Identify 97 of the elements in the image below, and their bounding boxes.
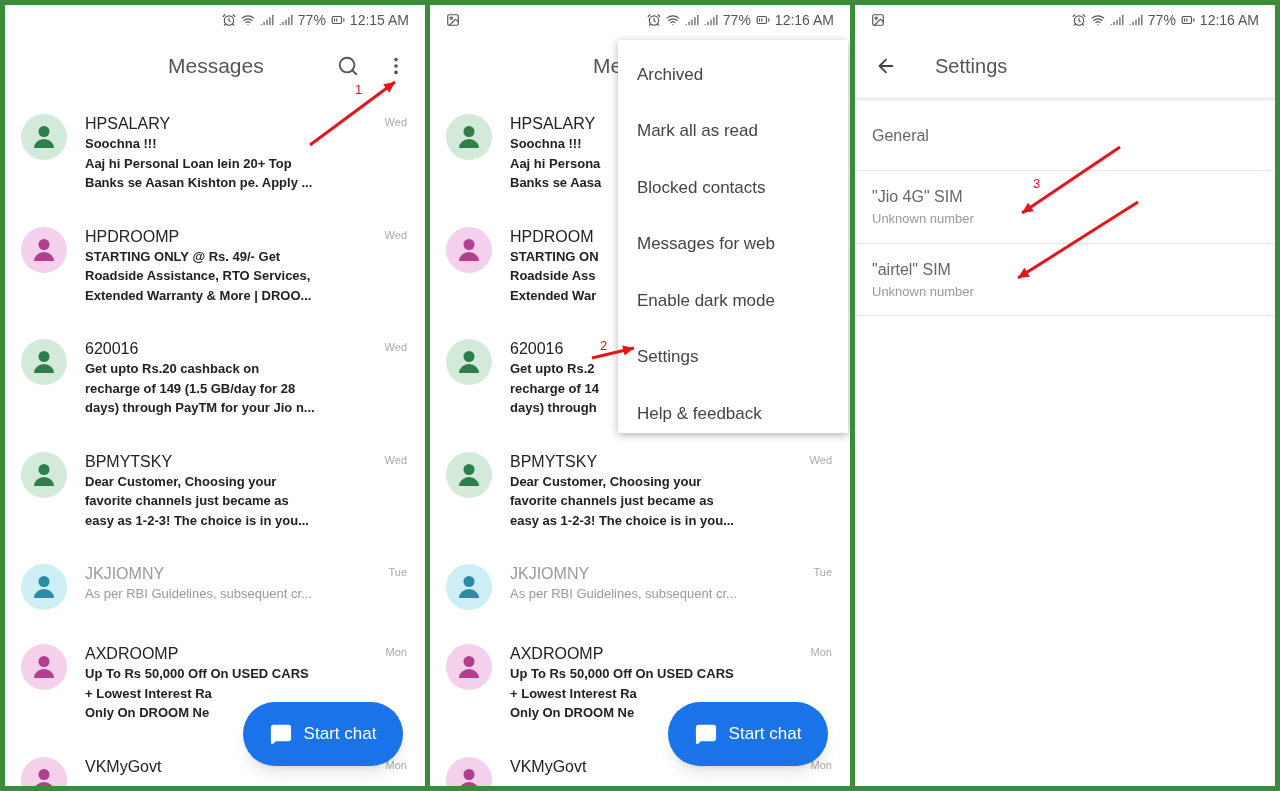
menu-item[interactable]: Blocked contacts xyxy=(618,159,848,216)
message-time: Wed xyxy=(809,452,832,468)
wifi-icon xyxy=(665,13,680,27)
message-time: Wed xyxy=(384,340,407,355)
message-preview: Up To Rs 50,000 Off On USED CARS xyxy=(510,665,734,683)
message-preview: days) through xyxy=(510,399,597,417)
message-time: Tue xyxy=(813,565,832,580)
sender-name: HPSALARY xyxy=(85,114,171,134)
screen-title: Messages xyxy=(168,53,264,80)
message-time: Wed xyxy=(384,452,407,468)
sender-name: JKJIOMNY xyxy=(85,564,165,584)
sender-name: AXDROOMP xyxy=(85,644,179,664)
menu-item[interactable]: Archived xyxy=(618,46,848,103)
message-preview: Only On DROOM Ne xyxy=(510,704,635,722)
preference-title: General xyxy=(872,125,930,146)
menu-item[interactable]: Messages for web xyxy=(618,215,848,272)
preference-subtitle: Unknown number xyxy=(872,210,975,228)
screen-title: Settings xyxy=(935,54,1008,79)
message-preview: Roadside Assistance, RTO Services, xyxy=(85,267,311,285)
battery-percent: 77% xyxy=(722,10,751,30)
signal-icon xyxy=(1128,13,1143,27)
menu-item[interactable]: Settings xyxy=(618,328,848,385)
message-preview: As per RBI Guidelines, subsequent cr... xyxy=(510,585,737,603)
message-preview: Dear Customer, Choosing your xyxy=(510,472,702,491)
battery-percent: 77% xyxy=(297,10,326,30)
sender-name: HPSALARY xyxy=(510,114,596,134)
sender-name: HPDROOM xyxy=(510,226,594,247)
message-time: Wed xyxy=(384,227,407,243)
message-preview: STARTING ON xyxy=(510,247,599,266)
status-time: 12:15 AM xyxy=(349,10,409,30)
message-preview: Soochna !!! xyxy=(510,135,582,153)
message-preview: Up To Rs 50,000 Off On USED CARS xyxy=(85,665,309,683)
signal-icon xyxy=(259,13,274,27)
signal-icon xyxy=(684,13,699,27)
chat-icon xyxy=(269,723,292,745)
message-preview: Get upto Rs.2 xyxy=(510,360,595,378)
alarm-icon xyxy=(221,13,236,27)
wifi-icon xyxy=(1090,13,1105,27)
preference-subtitle: Unknown number xyxy=(872,282,975,301)
message-preview: Dear Customer, Choosing your xyxy=(85,472,277,491)
sender-name: AXDROOMP xyxy=(510,644,604,664)
preference-title: "airtel" SIM xyxy=(872,259,952,280)
message-preview: easy as 1-2-3! The choice is in you... xyxy=(510,511,734,530)
message-preview: As per RBI Guidelines, subsequent cr... xyxy=(85,585,312,603)
message-preview: favorite channels just became as xyxy=(85,492,289,510)
message-preview: recharge of 149 (1.5 GB/day for 28 xyxy=(85,379,296,398)
message-preview: Get upto Rs.20 cashback on xyxy=(85,360,260,378)
message-preview: Extended War xyxy=(510,286,597,305)
menu-item[interactable]: Help & feedback xyxy=(618,385,848,433)
message-preview: days) through PayTM for your Jio n... xyxy=(85,399,315,417)
annotation-number: 2 xyxy=(600,337,608,355)
message-preview: + Lowest Interest Ra xyxy=(510,684,637,703)
wifi-icon xyxy=(240,13,255,27)
message-preview: favorite channels just became as xyxy=(510,492,714,510)
battery-icon xyxy=(330,13,345,27)
message-preview: easy as 1-2-3! The choice is in you... xyxy=(85,511,309,530)
preference-row[interactable]: General xyxy=(855,101,1275,171)
sender-name: 620016 xyxy=(85,339,139,359)
sender-name: 620016 xyxy=(510,339,564,359)
sender-name: VKMyGovt xyxy=(510,756,587,777)
signal-icon xyxy=(1109,13,1124,27)
message-preview: Extended Warranty & More | DROO... xyxy=(85,286,312,305)
battery-icon xyxy=(1180,13,1195,27)
signal-icon xyxy=(703,13,718,27)
alarm-icon xyxy=(646,13,661,27)
message-preview: Aaj hi Persona xyxy=(510,154,601,173)
message-preview: Only On DROOM Ne xyxy=(85,704,210,722)
menu-item[interactable]: Mark all as read xyxy=(618,102,848,159)
status-time: 12:16 AM xyxy=(1199,10,1259,30)
message-preview: Roadside Ass xyxy=(510,267,596,285)
message-time: Wed xyxy=(384,115,407,130)
status-time: 12:16 AM xyxy=(774,10,834,30)
search-icon[interactable] xyxy=(337,55,359,77)
battery-percent: 77% xyxy=(1147,10,1176,30)
message-preview: Banks se Aasan Kishton pe. Apply ... xyxy=(85,174,313,192)
alarm-icon xyxy=(1071,13,1086,27)
message-preview: + Lowest Interest Ra xyxy=(85,684,212,703)
sender-name: BPMYTSKY xyxy=(510,451,598,472)
message-time: Mon xyxy=(385,645,407,660)
message-preview: STARTING ONLY @ Rs. 49/- Get xyxy=(85,247,281,266)
annotation-number: 3 xyxy=(1033,175,1041,193)
message-preview: Banks se Aasa xyxy=(510,174,602,192)
sender-name: BPMYTSKY xyxy=(85,451,173,472)
sender-name: VKMyGovt xyxy=(85,756,162,777)
sender-name: JKJIOMNY xyxy=(510,564,590,584)
message-preview: recharge of 14 xyxy=(510,379,599,398)
signal-icon xyxy=(278,13,293,27)
battery-icon xyxy=(755,13,770,27)
message-time: Tue xyxy=(388,565,407,580)
message-preview: Soochna !!! xyxy=(85,135,157,153)
message-preview: Aaj hi Personal Loan lein 20+ Top xyxy=(85,154,292,173)
sender-name: HPDROOMP xyxy=(85,226,180,247)
message-time: Mon xyxy=(810,645,832,660)
menu-item[interactable]: Enable dark mode xyxy=(618,272,848,329)
annotation-number: 1 xyxy=(355,81,363,99)
preference-title: "Jio 4G" SIM xyxy=(872,187,964,207)
chat-icon xyxy=(694,723,717,745)
